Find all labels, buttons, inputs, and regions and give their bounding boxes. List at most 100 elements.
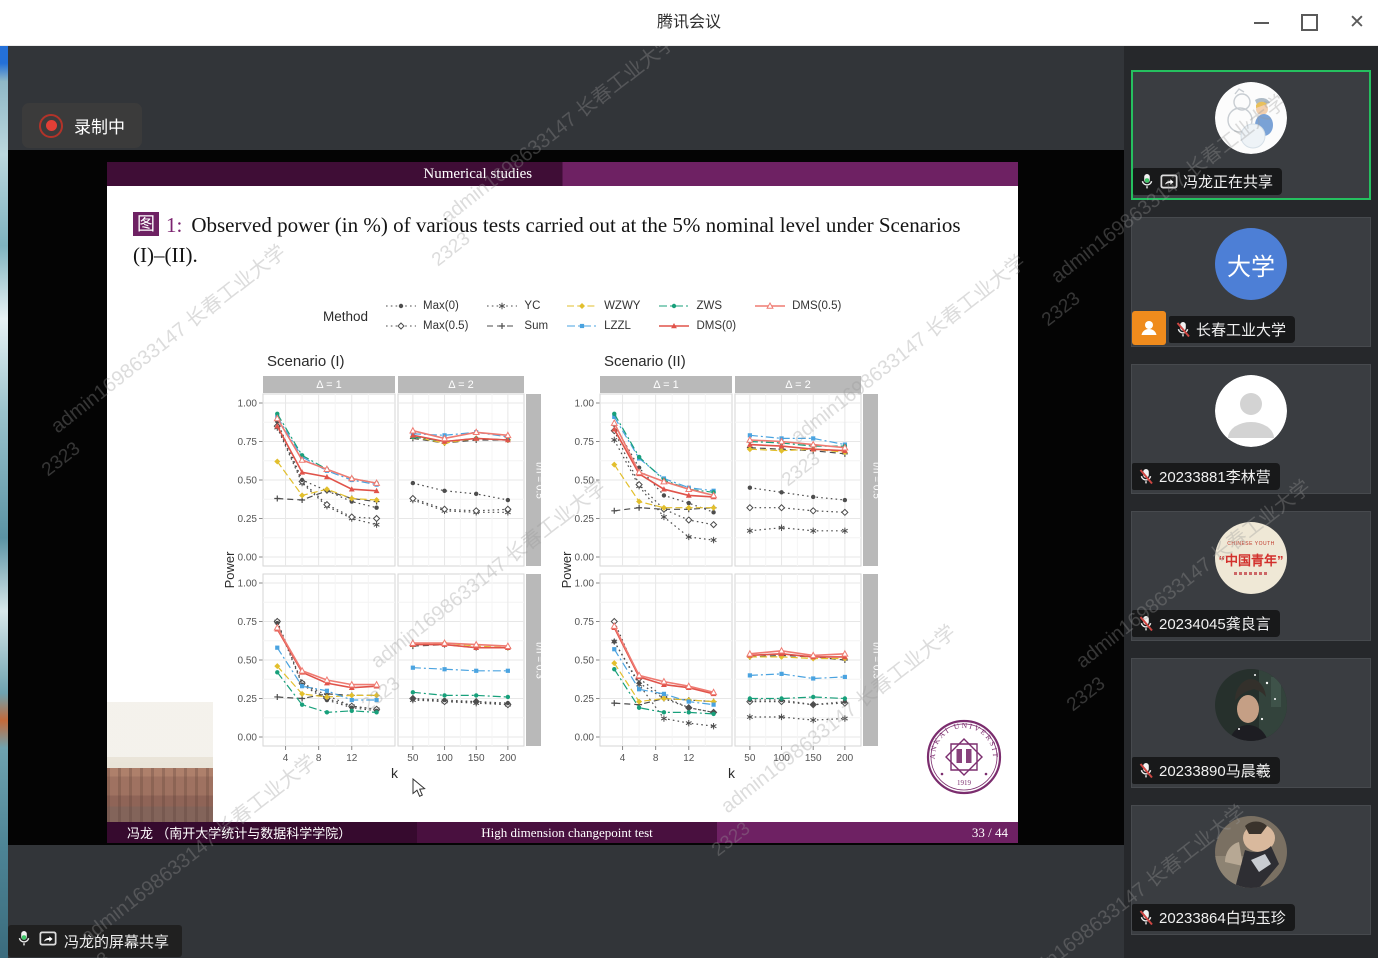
maximize-button[interactable] <box>1300 14 1318 32</box>
legend-item: Max(0.5) <box>384 319 468 333</box>
legend-key-DMS(0) <box>657 319 691 333</box>
mic-muted-icon <box>1138 615 1154 632</box>
mouse-cursor <box>412 778 428 798</box>
avatar <box>1215 375 1287 447</box>
avatar-china-youth: CHINESE YOUTH“中国青年” <box>1215 522 1287 594</box>
svg-text:0.25: 0.25 <box>575 694 595 705</box>
legend-label: Sum <box>524 320 548 332</box>
background-window-edge <box>0 45 8 958</box>
svg-text:4: 4 <box>620 753 626 764</box>
avatar <box>1215 816 1287 888</box>
participant-name: 20233864白玛玉珍 <box>1159 907 1286 928</box>
slide-header-banner: Numerical studies <box>107 162 1018 186</box>
participants-sidebar: 冯龙正在共享 大学 长春工业大学 20233881李林营 CHINESE YOU… <box>1124 45 1378 958</box>
legend-key-LZZL <box>565 319 599 333</box>
chart-scenario-1: Scenario (I)Δ = 1Δ = 2Powerτ/n = 0.51.00… <box>223 352 544 784</box>
svg-text:8: 8 <box>653 753 659 764</box>
participant-tile[interactable]: CHINESE YOUTH“中国青年” 20234045龚良言 <box>1131 511 1371 641</box>
screen-share-banner: 冯龙的屏幕共享 <box>8 925 182 957</box>
participant-name-bar: 20234045龚良言 <box>1132 610 1280 637</box>
svg-text:0.50: 0.50 <box>575 476 595 487</box>
svg-text:τ/n = 0.5: τ/n = 0.5 <box>871 461 882 499</box>
legend-key-Max(0) <box>384 299 418 313</box>
legend-key-DMS(0.5) <box>753 299 787 313</box>
slide-footer: 冯龙 （南开大学统计与数据科学学院） High dimension change… <box>107 822 1018 843</box>
svg-text:1.00: 1.00 <box>575 399 595 410</box>
meeting-window: 腾讯会议 ✕ 录制中 Numerical studies 图1:Observed… <box>0 0 1378 958</box>
legend-key-Max(0.5) <box>384 319 418 333</box>
legend-item: YC <box>485 299 548 313</box>
svg-text:8: 8 <box>316 753 322 764</box>
svg-text:τ/n = 0.5: τ/n = 0.5 <box>534 461 545 499</box>
legend-item: LZZL <box>565 319 640 333</box>
svg-text:0.75: 0.75 <box>575 617 595 628</box>
presentation-slide: Numerical studies 图1:Observed power (in … <box>107 162 1018 843</box>
avatar <box>1215 669 1287 741</box>
svg-text:τ/n = 0.3: τ/n = 0.3 <box>534 641 545 679</box>
legend-label: DMS(0) <box>696 320 736 332</box>
svg-text:0.50: 0.50 <box>575 656 595 667</box>
footer-page-number: 33 / 44 <box>717 822 1018 843</box>
participant-tile[interactable]: 大学 长春工业大学 <box>1131 217 1371 347</box>
participant-name-bar: 20233864白玛玉珍 <box>1132 904 1295 931</box>
legend-key-WZWY <box>565 299 599 313</box>
host-badge-icon <box>1132 311 1166 345</box>
svg-text:0.25: 0.25 <box>238 514 258 525</box>
svg-text:4: 4 <box>283 753 289 764</box>
svg-text:0.75: 0.75 <box>238 437 258 448</box>
window-title: 腾讯会议 <box>0 0 1378 45</box>
legend-item: Max(0) <box>384 299 468 313</box>
minimize-button[interactable] <box>1252 14 1270 32</box>
legend-title: Method <box>323 309 368 324</box>
close-button[interactable]: ✕ <box>1348 14 1366 32</box>
svg-text:0.00: 0.00 <box>238 733 258 744</box>
footer-author: 冯龙 （南开大学统计与数据科学学院） <box>107 822 417 843</box>
recording-label: 录制中 <box>74 113 125 138</box>
participant-tile[interactable]: 20233864白玛玉珍 <box>1131 805 1371 935</box>
participant-tile[interactable]: 20233881李林营 <box>1131 364 1371 494</box>
avatar-default-silhouette <box>1215 375 1287 447</box>
legend-key-ZWS <box>657 299 691 313</box>
avatar-photo-male <box>1215 669 1287 741</box>
svg-text:50: 50 <box>407 753 419 764</box>
figure-caption-text: Observed power (in %) of various tests c… <box>133 213 961 267</box>
svg-text:200: 200 <box>837 753 854 764</box>
legend-key-Sum <box>485 319 519 333</box>
svg-text:200: 200 <box>500 753 517 764</box>
legend-label: LZZL <box>604 320 631 332</box>
participant-name: 20234045龚良言 <box>1159 613 1271 634</box>
svg-text:150: 150 <box>468 753 485 764</box>
svg-text:Δ = 2: Δ = 2 <box>448 379 473 391</box>
participant-name-bar: 20233890马晨羲 <box>1132 757 1280 784</box>
svg-text:150: 150 <box>805 753 822 764</box>
legend-label: WZWY <box>604 300 640 312</box>
svg-text:Scenario (II): Scenario (II) <box>604 353 686 370</box>
legend-label: YC <box>524 300 540 312</box>
faceted-line-charts: Scenario (I)Δ = 1Δ = 2Powerτ/n = 0.51.00… <box>223 352 881 784</box>
legend-label: DMS(0.5) <box>792 300 841 312</box>
legend-label: Max(0) <box>423 300 459 312</box>
avatar: CHINESE YOUTH“中国青年” <box>1215 522 1287 594</box>
recording-indicator[interactable]: 录制中 <box>22 103 142 148</box>
mic-muted-icon <box>1175 321 1191 338</box>
participant-tile[interactable]: 20233890马晨羲 <box>1131 658 1371 788</box>
chart-scenario-2: Scenario (II)Δ = 1Δ = 2Powerτ/n = 0.51.0… <box>560 352 881 784</box>
participant-name: 20233881李林营 <box>1159 466 1271 487</box>
legend-item: DMS(0) <box>657 319 736 333</box>
svg-text:k: k <box>391 765 399 781</box>
participant-name-bar: 冯龙正在共享 <box>1133 168 1282 195</box>
campus-building-photo <box>107 702 213 822</box>
svg-text:0.00: 0.00 <box>575 733 595 744</box>
participant-name: 冯龙正在共享 <box>1183 171 1273 192</box>
avatar: 大学 <box>1215 228 1287 300</box>
legend-item: ZWS <box>657 299 736 313</box>
screen-share-icon <box>39 931 57 951</box>
shared-screen-stage: Numerical studies 图1:Observed power (in … <box>8 150 1124 845</box>
legend-item: DMS(0.5) <box>753 299 841 313</box>
svg-text:Δ = 1: Δ = 1 <box>316 379 341 391</box>
chart-legend: Method Max(0) Max(0.5) YC Sum WZWY LZZL ZWS DMS… <box>323 296 841 336</box>
svg-text:0.00: 0.00 <box>575 553 595 564</box>
svg-text:1.00: 1.00 <box>238 399 258 410</box>
mic-on-icon <box>1139 173 1155 190</box>
participant-tile[interactable]: 冯龙正在共享 <box>1131 70 1371 200</box>
